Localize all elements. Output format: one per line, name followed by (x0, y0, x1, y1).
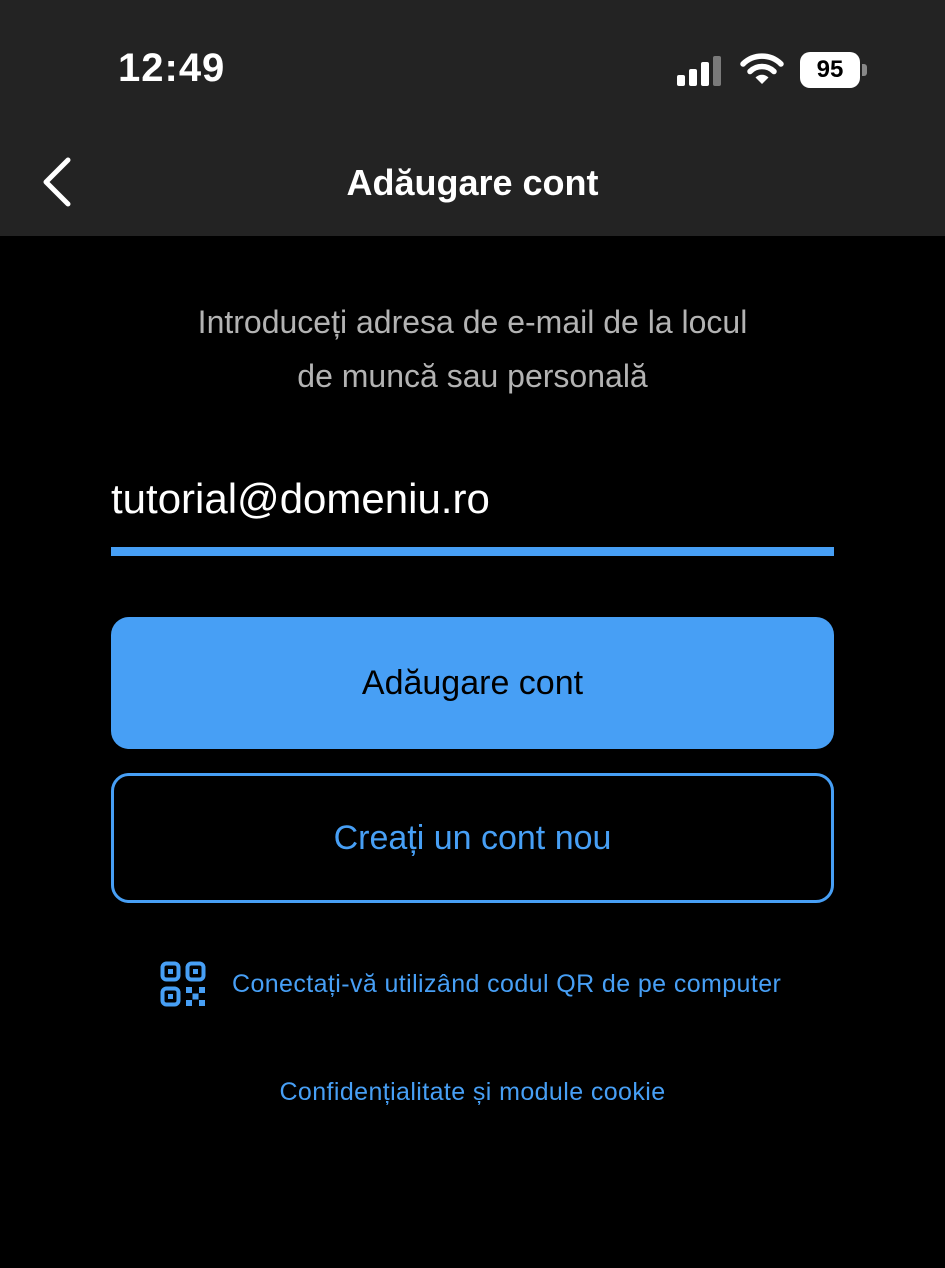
instruction-line-2: de muncă sau personală (297, 358, 648, 394)
qr-code-icon (160, 961, 206, 1007)
email-input[interactable] (111, 468, 834, 530)
instruction-line-1: Introduceți adresa de e-mail de la locul (197, 304, 748, 340)
add-account-button[interactable]: Adăugare cont (111, 617, 834, 749)
email-underline (111, 547, 834, 556)
privacy-cookies-link[interactable]: Confidențialitate și module cookie (0, 1078, 945, 1107)
battery-level: 95 (816, 56, 844, 83)
qr-login-link[interactable]: Conectați-vă utilizând codul QR de pe co… (160, 960, 800, 1008)
status-bar: 12:49 95 (0, 0, 945, 130)
battery-icon: 95 (800, 52, 868, 88)
chevron-left-icon[interactable] (32, 152, 88, 212)
battery-tip (862, 64, 867, 76)
status-time: 12:49 (118, 46, 226, 90)
signal-icon (677, 56, 721, 86)
nav-bar: Adăugare cont (0, 130, 945, 236)
page-title: Adăugare cont (346, 162, 599, 203)
wifi-icon (740, 53, 784, 84)
create-account-button[interactable]: Creați un cont nou (111, 773, 834, 903)
instruction-text: Introduceți adresa de e-mail de la locul… (120, 295, 825, 403)
qr-login-label: Conectați-vă utilizând codul QR de pe co… (232, 969, 782, 998)
